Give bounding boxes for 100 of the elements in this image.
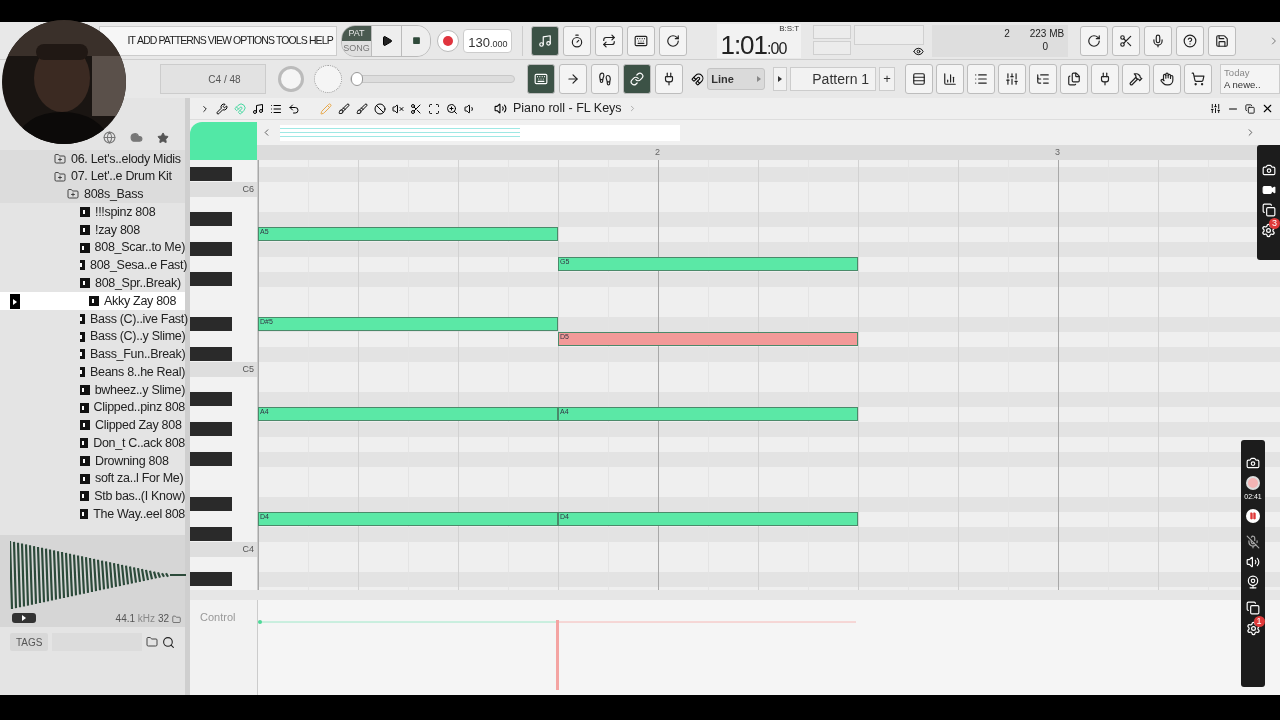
browser-item[interactable]: Don_t C..ack 808	[0, 434, 185, 452]
browser-item[interactable]: 06. Let's..elody Midis	[0, 150, 185, 168]
lane-splitter[interactable]	[190, 590, 1280, 600]
magnet-icon[interactable]	[691, 72, 705, 86]
camera-icon[interactable]	[1246, 456, 1260, 470]
speaker-icon[interactable]	[1246, 554, 1260, 569]
menu-item[interactable]: ADD	[137, 32, 157, 49]
preview-play-button[interactable]	[12, 613, 36, 623]
play-button[interactable]	[371, 25, 401, 56]
browser-item[interactable]: Akky Zay 808	[0, 292, 185, 310]
time-format-label[interactable]: B:S:T	[779, 23, 802, 33]
mixer-button[interactable]	[998, 64, 1027, 94]
plugin-button[interactable]	[1091, 64, 1120, 94]
scissors-button[interactable]	[1112, 25, 1141, 56]
news-panel[interactable]: Today A newe..	[1220, 64, 1280, 94]
pause-button[interactable]	[1246, 508, 1260, 523]
files-button[interactable]	[1060, 64, 1089, 94]
microphone-button[interactable]	[1144, 25, 1173, 56]
save-button[interactable]	[1208, 25, 1237, 56]
pattern-arrow-button[interactable]	[773, 67, 788, 91]
browser-item[interactable]: Bass (C)..y Slime)	[0, 327, 185, 346]
webcam-icon[interactable]	[1246, 574, 1260, 589]
menu-item[interactable]: IT	[127, 32, 136, 49]
help-button[interactable]	[1176, 25, 1205, 56]
search-icon[interactable]	[162, 635, 175, 649]
list-icon[interactable]	[270, 102, 282, 115]
folder-icon[interactable]	[146, 636, 158, 648]
delete-icon[interactable]	[374, 102, 386, 115]
browser-item[interactable]: The Way..eel 808	[0, 505, 185, 524]
browser-item[interactable]: 808_Sesa..e Fast)	[0, 256, 185, 275]
footprint-button[interactable]	[591, 64, 620, 94]
waveform-icon	[10, 539, 186, 611]
browser-item[interactable]: !zay 808	[0, 221, 185, 239]
browser-item[interactable]: Beans 8..he Real)	[0, 363, 185, 381]
windows-icon[interactable]	[1261, 203, 1276, 217]
playback-icon[interactable]	[464, 102, 476, 115]
select-icon[interactable]	[428, 102, 440, 115]
globe-icon[interactable]	[103, 131, 116, 144]
note-icon[interactable]	[252, 102, 264, 115]
link-button[interactable]	[623, 64, 652, 94]
wrench-icon[interactable]	[216, 102, 228, 115]
star-icon[interactable]	[157, 132, 169, 144]
browser-item[interactable]: !!!spinz 808	[0, 203, 185, 222]
camera-icon[interactable]	[1261, 163, 1276, 177]
countdown-button[interactable]	[595, 25, 624, 56]
browser-item[interactable]: bwheez..y Slime)	[0, 380, 185, 399]
cloud-icon[interactable]	[130, 131, 143, 144]
overdub-button[interactable]	[627, 25, 656, 56]
browser-item[interactable]: Stb bas..(I Know)	[0, 487, 185, 506]
mode-toggle[interactable]: PAT	[341, 25, 372, 41]
menu-item[interactable]: OPTIONS	[233, 32, 274, 49]
playlist-button[interactable]	[905, 64, 934, 94]
hand-button[interactable]	[1153, 64, 1182, 94]
snap-dropdown[interactable]: Line	[707, 68, 766, 90]
browser-item[interactable]: Clipped..pinz 808	[0, 398, 185, 417]
folder-icon[interactable]	[172, 615, 181, 624]
item-label: !!!spinz 808	[95, 205, 156, 219]
windows-icon[interactable]	[1246, 600, 1260, 615]
record-button[interactable]	[1246, 476, 1260, 490]
add-pattern-button[interactable]: +	[879, 67, 896, 91]
undo-icon[interactable]	[288, 102, 300, 115]
menu-item[interactable]: PATTERNS	[158, 32, 206, 49]
eye-icon[interactable]	[913, 45, 925, 57]
browser-item[interactable]: soft za..l For Me)	[0, 469, 185, 488]
browser-button[interactable]	[1029, 64, 1058, 94]
menu-item[interactable]: TOOLS	[276, 32, 307, 49]
browser-item[interactable]: 808_Spr..Break)	[0, 274, 185, 293]
slice-icon[interactable]	[410, 102, 422, 115]
browser-item[interactable]: 808_Scar..to Me)	[0, 238, 185, 257]
metronome-button[interactable]	[531, 25, 560, 56]
undo-history-button[interactable]	[1080, 25, 1109, 56]
browser-item[interactable]: Drowning 808	[0, 452, 185, 470]
video-camera-icon[interactable]	[1261, 183, 1276, 197]
pattern-selector[interactable]: Pattern 1	[790, 67, 877, 91]
plug-button[interactable]	[655, 64, 684, 94]
browser-item[interactable]: Clipped Zay 808	[0, 416, 185, 435]
zoom-icon[interactable]	[446, 102, 458, 115]
stop-button[interactable]	[400, 25, 431, 56]
mute-icon[interactable]	[392, 102, 404, 115]
cart-button[interactable]	[1184, 64, 1213, 94]
slider-thumb[interactable]	[350, 72, 363, 86]
piano-roll-button[interactable]	[527, 64, 556, 94]
restore-icon[interactable]	[1245, 103, 1255, 114]
note-icon	[538, 33, 553, 48]
menu-item[interactable]: VIEW	[207, 32, 232, 49]
close-icon[interactable]	[1261, 102, 1274, 115]
browser-item[interactable]: Bass_Fun..Break)	[0, 345, 185, 364]
paint-icon[interactable]	[356, 102, 368, 115]
tags-button[interactable]: TAGS	[10, 633, 49, 651]
detach-icon[interactable]	[1210, 103, 1221, 114]
loop-record-button[interactable]	[659, 25, 688, 56]
speaker-icon[interactable]	[494, 102, 507, 115]
microphone-muted-icon[interactable]	[1246, 534, 1260, 549]
wait-button[interactable]	[563, 25, 592, 56]
settings-icon[interactable]	[1245, 620, 1261, 636]
brush-icon[interactable]	[338, 102, 350, 115]
menu-item[interactable]: HELP	[308, 32, 333, 49]
hammer-button[interactable]	[1122, 64, 1151, 94]
step-sequencer-button[interactable]	[936, 64, 965, 94]
tempo-field[interactable]: 130.000	[463, 28, 513, 53]
